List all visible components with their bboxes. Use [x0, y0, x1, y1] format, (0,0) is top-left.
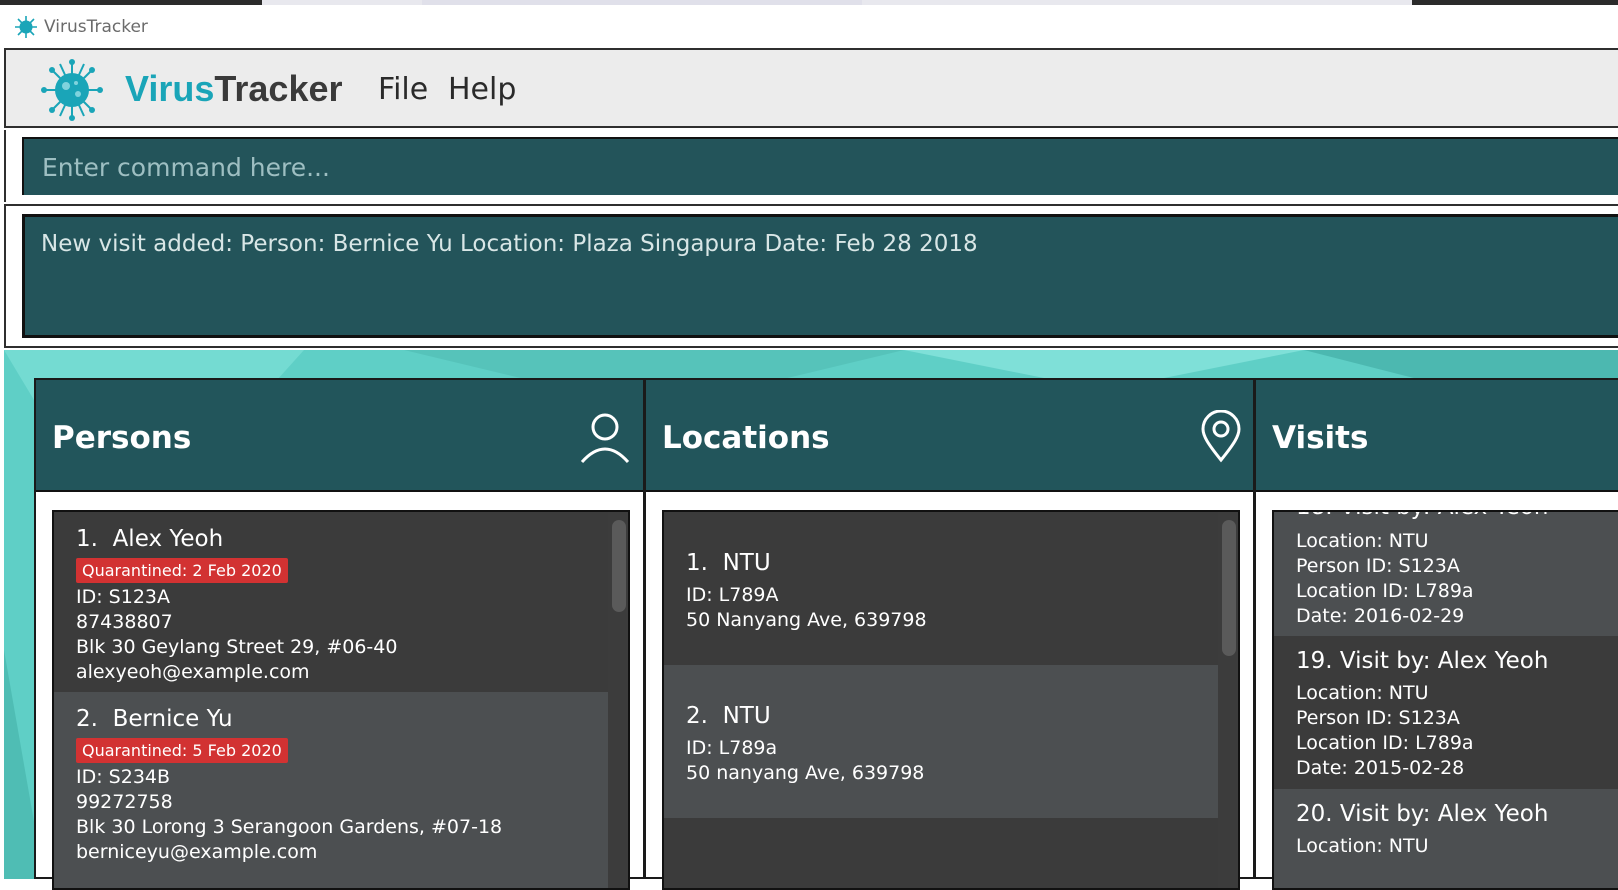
result-display: New visit added: Person: Bernice Yu Loca… — [22, 214, 1618, 338]
brand-part-virus: Virus — [125, 68, 215, 109]
visit-title: 19. Visit by: Alex Yeoh — [1296, 648, 1549, 674]
window-titlebar: VirusTracker — [0, 5, 1618, 48]
list-item[interactable]: 18. Visit by: Alex Yeoh Location: NTU Pe… — [1274, 512, 1618, 636]
visit-title: 18. Visit by: Alex Yeoh — [1296, 512, 1548, 520]
visit-location-id: Location ID: L789a — [1296, 580, 1474, 602]
visits-list[interactable]: 18. Visit by: Alex Yeoh Location: NTU Pe… — [1272, 510, 1618, 890]
locations-panel: Locations 1. NTU ID: L789A 50 Nanyang Av… — [644, 378, 1255, 890]
persons-panel-title: Persons — [52, 420, 192, 456]
person-name: 1. Alex Yeoh — [76, 526, 224, 552]
location-id: ID: L789A — [686, 584, 779, 606]
list-item[interactable]: 2. NTU ID: L789a 50 nanyang Ave, 639798 — [664, 665, 1218, 818]
visit-location-id: Location ID: L789a — [1296, 732, 1474, 754]
command-box-container — [4, 130, 1618, 202]
window-title: VirusTracker — [44, 17, 148, 37]
person-phone: 99272758 — [76, 791, 173, 813]
quarantine-badge: Quarantined: 5 Feb 2020 — [76, 738, 288, 763]
person-email: berniceyu@example.com — [76, 841, 318, 863]
locations-panel-title: Locations — [662, 420, 830, 456]
list-item[interactable]: 20. Visit by: Alex Yeoh Location: NTU — [1274, 789, 1618, 888]
brand-title: VirusTracker — [125, 68, 343, 110]
locations-list[interactable]: 1. NTU ID: L789A 50 Nanyang Ave, 639798 … — [662, 510, 1240, 890]
visit-location: Location: NTU — [1296, 682, 1429, 704]
locations-panel-header: Locations — [646, 380, 1253, 492]
person-icon — [580, 413, 630, 464]
menu-file[interactable]: File — [378, 72, 428, 107]
list-item[interactable]: 2. Bernice Yu Quarantined: 5 Feb 2020 ID… — [54, 692, 608, 888]
virus-logo-icon — [41, 59, 103, 121]
location-address: 50 nanyang Ave, 639798 — [686, 762, 925, 784]
location-id: ID: L789a — [686, 737, 778, 759]
person-email: alexyeoh@example.com — [76, 661, 310, 683]
virus-app-icon — [15, 16, 37, 38]
location-name: 2. NTU — [686, 703, 771, 729]
visit-location: Location: NTU — [1296, 835, 1429, 857]
persons-list[interactable]: 1. Alex Yeoh Quarantined: 2 Feb 2020 ID:… — [52, 510, 630, 890]
persons-panel: Persons 1. Alex Yeoh Quarantined: 2 Feb … — [34, 378, 645, 890]
person-address: Blk 30 Geylang Street 29, #06-40 — [76, 636, 398, 658]
result-message: New visit added: Person: Bernice Yu Loca… — [41, 231, 978, 257]
person-id: ID: S123A — [76, 586, 170, 608]
visit-date: Date: 2016-02-29 — [1296, 605, 1465, 627]
visit-title: 20. Visit by: Alex Yeoh — [1296, 801, 1549, 827]
visits-panel: Visits 18. Visit by: Alex Yeoh Location:… — [1254, 378, 1618, 890]
visit-location: Location: NTU — [1296, 530, 1429, 552]
visit-date: Date: 2015-02-28 — [1296, 757, 1465, 779]
persons-panel-header: Persons — [36, 380, 643, 492]
visits-panel-title: Visits — [1272, 420, 1369, 456]
locations-scrollbar[interactable] — [1222, 520, 1236, 656]
command-input[interactable] — [22, 137, 1618, 195]
location-address: 50 Nanyang Ave, 639798 — [686, 609, 927, 631]
map-pin-icon — [1201, 410, 1241, 463]
list-item[interactable]: 19. Visit by: Alex Yeoh Location: NTU Pe… — [1274, 636, 1618, 789]
menu-bar: VirusTracker File Help — [4, 48, 1618, 128]
list-item[interactable] — [664, 818, 1218, 888]
person-phone: 87438807 — [76, 611, 173, 633]
person-address: Blk 30 Lorong 3 Serangoon Gardens, #07-1… — [76, 816, 503, 838]
persons-scrollbar[interactable] — [612, 520, 626, 612]
visits-panel-header: Visits — [1256, 380, 1618, 492]
person-name: 2. Bernice Yu — [76, 706, 233, 732]
result-display-container: New visit added: Person: Bernice Yu Loca… — [4, 204, 1618, 348]
menu-help[interactable]: Help — [448, 72, 516, 107]
person-id: ID: S234B — [76, 766, 171, 788]
visit-person-id: Person ID: S123A — [1296, 707, 1460, 729]
brand-part-tracker: Tracker — [214, 68, 343, 109]
visit-person-id: Person ID: S123A — [1296, 555, 1460, 577]
location-name: 1. NTU — [686, 550, 771, 576]
list-item[interactable]: 1. Alex Yeoh Quarantined: 2 Feb 2020 ID:… — [54, 512, 608, 692]
quarantine-badge: Quarantined: 2 Feb 2020 — [76, 558, 288, 583]
list-item[interactable]: 1. NTU ID: L789A 50 Nanyang Ave, 639798 — [664, 512, 1218, 665]
